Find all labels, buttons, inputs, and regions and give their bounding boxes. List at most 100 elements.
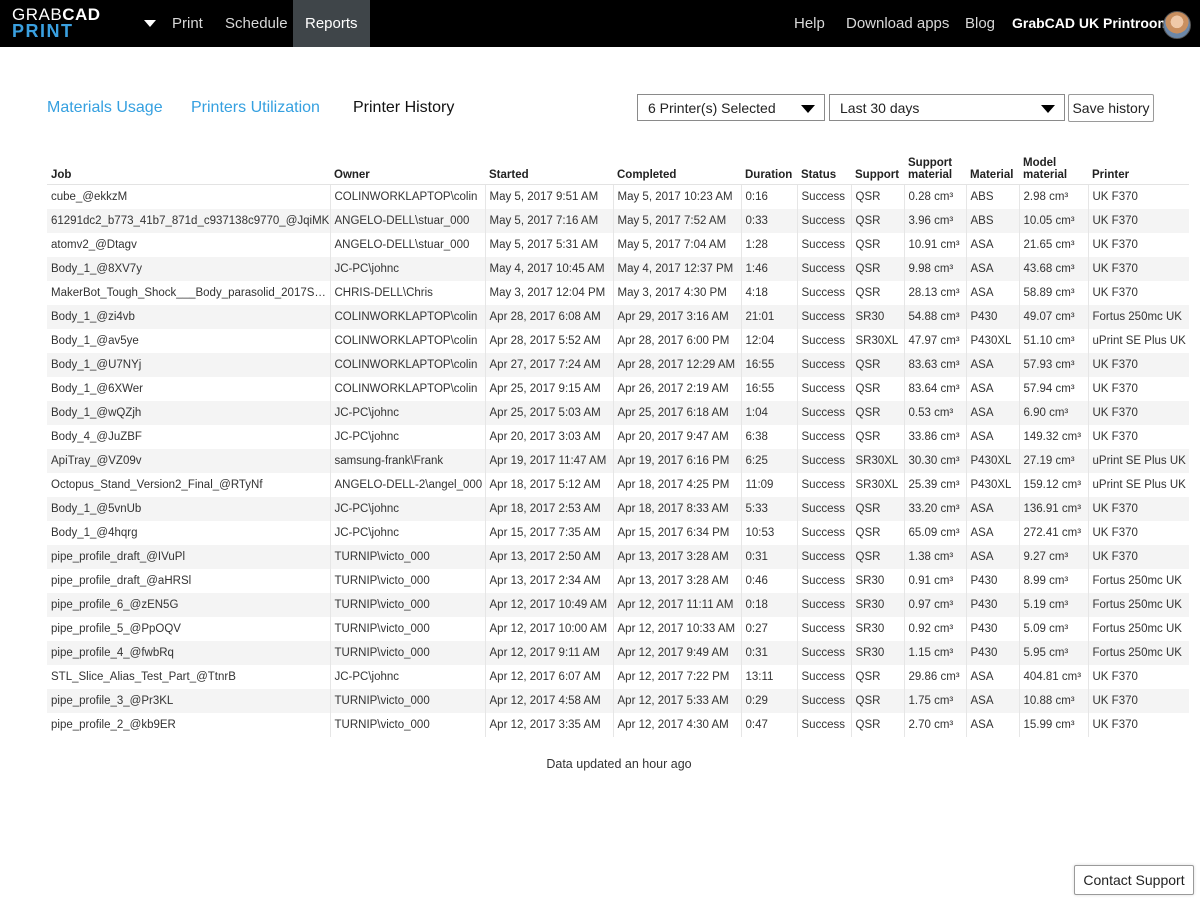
cell-model-material: 57.94 cm³ bbox=[1019, 377, 1089, 401]
cell-support: QSR bbox=[851, 233, 905, 257]
cell-material: ASA bbox=[966, 377, 1020, 401]
tab-printers-utilization[interactable]: Printers Utilization bbox=[191, 99, 320, 117]
grabcad-print-logo[interactable]: GRABCAD PRINT bbox=[12, 6, 101, 40]
cell-support: QSR bbox=[851, 665, 905, 689]
cell-support-material: 0.53 cm³ bbox=[904, 401, 967, 425]
chevron-down-icon bbox=[1041, 105, 1055, 113]
table-row[interactable]: pipe_profile_draft_@aHRSl TURNIP\victo_00… bbox=[47, 569, 1189, 593]
table-row[interactable]: Body_1_@wQZjh JC-PC\johnc Apr 25, 2017 5:0… bbox=[47, 401, 1189, 425]
cell-owner: COLINWORKLAPTOP\colin bbox=[330, 329, 486, 353]
cell-status: Success bbox=[797, 329, 852, 353]
cell-support-material: 47.97 cm³ bbox=[904, 329, 967, 353]
table-row[interactable]: Body_1_@8XV7y JC-PC\johnc May 4, 2017 10:4… bbox=[47, 257, 1189, 281]
cell-started: Apr 12, 2017 6:07 AM bbox=[485, 665, 614, 689]
cell-owner: COLINWORKLAPTOP\colin bbox=[330, 305, 486, 329]
avatar[interactable] bbox=[1163, 11, 1191, 39]
header-support[interactable]: Support bbox=[851, 153, 904, 185]
cell-status: Success bbox=[797, 473, 852, 497]
cell-material: P430XL bbox=[966, 473, 1020, 497]
contact-support-button[interactable]: Contact Support bbox=[1074, 865, 1194, 895]
table-row[interactable]: pipe_profile_4_@fwbRq TURNIP\victo_000 Apr… bbox=[47, 641, 1189, 665]
table-row[interactable]: Body_1_@5vnUb JC-PC\johnc Apr 18, 2017 2:5… bbox=[47, 497, 1189, 521]
cell-support-material: 29.86 cm³ bbox=[904, 665, 967, 689]
table-row[interactable]: pipe_profile_6_@zEN5G TURNIP\victo_000 Apr… bbox=[47, 593, 1189, 617]
cell-owner: JC-PC\johnc bbox=[330, 521, 486, 545]
header-started[interactable]: Started bbox=[485, 153, 613, 185]
data-updated-note: Data updated an hour ago bbox=[546, 757, 692, 771]
cell-started: Apr 18, 2017 5:12 AM bbox=[485, 473, 614, 497]
header-duration[interactable]: Duration bbox=[741, 153, 797, 185]
nav-schedule[interactable]: Schedule bbox=[213, 0, 300, 47]
cell-duration: 13:11 bbox=[741, 665, 798, 689]
header-model-material[interactable]: Model material bbox=[1019, 153, 1088, 185]
table-row[interactable]: Octopus_Stand_Version2_Final_@RTyNf ANGEL… bbox=[47, 473, 1189, 497]
cell-owner: COLINWORKLAPTOP\colin bbox=[330, 184, 486, 209]
cell-model-material: 5.19 cm³ bbox=[1019, 593, 1089, 617]
cell-support: SR30XL bbox=[851, 329, 905, 353]
tab-materials-usage[interactable]: Materials Usage bbox=[47, 99, 163, 117]
header-completed[interactable]: Completed bbox=[613, 153, 741, 185]
cell-owner: samsung-frank\Frank bbox=[330, 449, 486, 473]
table-row[interactable]: Body_1_@U7NYj COLINWORKLAPTOP\colin Apr 27… bbox=[47, 353, 1189, 377]
cell-duration: 21:01 bbox=[741, 305, 798, 329]
cell-model-material: 8.99 cm³ bbox=[1019, 569, 1089, 593]
header-material[interactable]: Material bbox=[966, 153, 1019, 185]
table-row[interactable]: ApiTray_@VZ09v samsung-frank\Frank Apr 19,… bbox=[47, 449, 1189, 473]
nav-reports[interactable]: Reports bbox=[293, 0, 370, 47]
cell-model-material: 51.10 cm³ bbox=[1019, 329, 1089, 353]
cell-printer: uPrint SE Plus UK bbox=[1092, 335, 1186, 347]
tab-printer-history[interactable]: Printer History bbox=[353, 99, 454, 117]
cell-owner: JC-PC\johnc bbox=[330, 425, 486, 449]
save-history-button[interactable]: Save history bbox=[1068, 94, 1154, 122]
cell-duration: 5:33 bbox=[741, 497, 798, 521]
table-row[interactable]: atomv2_@Dtagv ANGELO-DELL\stuar_000 May 5,… bbox=[47, 233, 1189, 257]
cell-material: ASA bbox=[966, 545, 1020, 569]
table-row[interactable]: Body_1_@av5ye COLINWORKLAPTOP\colin Apr 28… bbox=[47, 329, 1189, 353]
printroom-name[interactable]: GrabCAD UK Printroom bbox=[1000, 0, 1182, 47]
table-row[interactable]: 61291dc2_b773_41b7_871d_c937138c9770_@Jq… bbox=[47, 209, 1189, 233]
cell-completed: Apr 20, 2017 9:47 AM bbox=[613, 425, 742, 449]
cell-job: cube_@ekkzM bbox=[47, 184, 331, 209]
cell-owner: TURNIP\victo_000 bbox=[330, 617, 486, 641]
cell-job: STL_Slice_Alias_Test_Part_@TtnrB bbox=[47, 665, 331, 689]
nav-blog[interactable]: Blog bbox=[953, 0, 1007, 47]
cell-printer: UK F370 bbox=[1092, 191, 1138, 203]
table-row[interactable]: Body_1_@zi4vb COLINWORKLAPTOP\colin Apr 28… bbox=[47, 305, 1189, 329]
table-row[interactable]: pipe_profile_3_@Pr3KL TURNIP\victo_000 Apr… bbox=[47, 689, 1189, 713]
app-menu-caret-icon[interactable] bbox=[144, 20, 156, 27]
table-row[interactable]: MakerBot_Tough_Shock___Body_parasolid_20… bbox=[47, 281, 1189, 305]
cell-printer: UK F370 bbox=[1088, 257, 1189, 281]
date-range-dropdown[interactable]: Last 30 days bbox=[829, 94, 1065, 121]
header-printer[interactable]: Printer bbox=[1088, 153, 1189, 185]
nav-download-apps[interactable]: Download apps bbox=[834, 0, 961, 47]
cell-support: SR30 bbox=[851, 305, 905, 329]
header-job[interactable]: Job bbox=[47, 153, 330, 185]
header-status[interactable]: Status bbox=[797, 153, 851, 185]
cell-printer: UK F370 bbox=[1092, 527, 1138, 539]
printer-select-dropdown[interactable]: 6 Printer(s) Selected bbox=[637, 94, 825, 121]
table-row[interactable]: Body_1_@6XWer COLINWORKLAPTOP\colin Apr 25… bbox=[47, 377, 1189, 401]
cell-model-material: 43.68 cm³ bbox=[1019, 257, 1089, 281]
table-row[interactable]: Body_1_@4hqrg JC-PC\johnc Apr 15, 2017 7:3… bbox=[47, 521, 1189, 545]
cell-printer: Fortus 250mc UK bbox=[1088, 641, 1189, 665]
cell-duration: 1:28 bbox=[741, 233, 798, 257]
header-support-material[interactable]: Support material bbox=[904, 153, 966, 185]
cell-completed: Apr 28, 2017 12:29 AM bbox=[613, 353, 742, 377]
table-row[interactable]: pipe_profile_2_@kb9ER TURNIP\victo_000 Apr… bbox=[47, 713, 1189, 737]
table-row[interactable]: cube_@ekkzM COLINWORKLAPTOP\colin May 5, 2… bbox=[47, 184, 1189, 209]
cell-support: QSR bbox=[851, 184, 905, 209]
header-owner[interactable]: Owner bbox=[330, 153, 485, 185]
cell-support-material: 9.98 cm³ bbox=[904, 257, 967, 281]
cell-model-material: 57.93 cm³ bbox=[1019, 353, 1089, 377]
cell-status: Success bbox=[797, 545, 852, 569]
nav-help[interactable]: Help bbox=[782, 0, 837, 47]
table-row[interactable]: pipe_profile_draft_@IVuPl TURNIP\victo_00… bbox=[47, 545, 1189, 569]
table-row[interactable]: STL_Slice_Alias_Test_Part_@TtnrB JC-PC\jo… bbox=[47, 665, 1189, 689]
cell-owner: JC-PC\johnc bbox=[330, 257, 486, 281]
table-row[interactable]: Body_4_@JuZBF JC-PC\johnc Apr 20, 2017 3:0… bbox=[47, 425, 1189, 449]
nav-print[interactable]: Print bbox=[160, 0, 215, 47]
table-row[interactable]: pipe_profile_5_@PpOQV TURNIP\victo_000 Apr… bbox=[47, 617, 1189, 641]
cell-completed: Apr 25, 2017 6:18 AM bbox=[613, 401, 742, 425]
cell-status: Success bbox=[797, 449, 852, 473]
cell-material: ASA bbox=[966, 257, 1020, 281]
